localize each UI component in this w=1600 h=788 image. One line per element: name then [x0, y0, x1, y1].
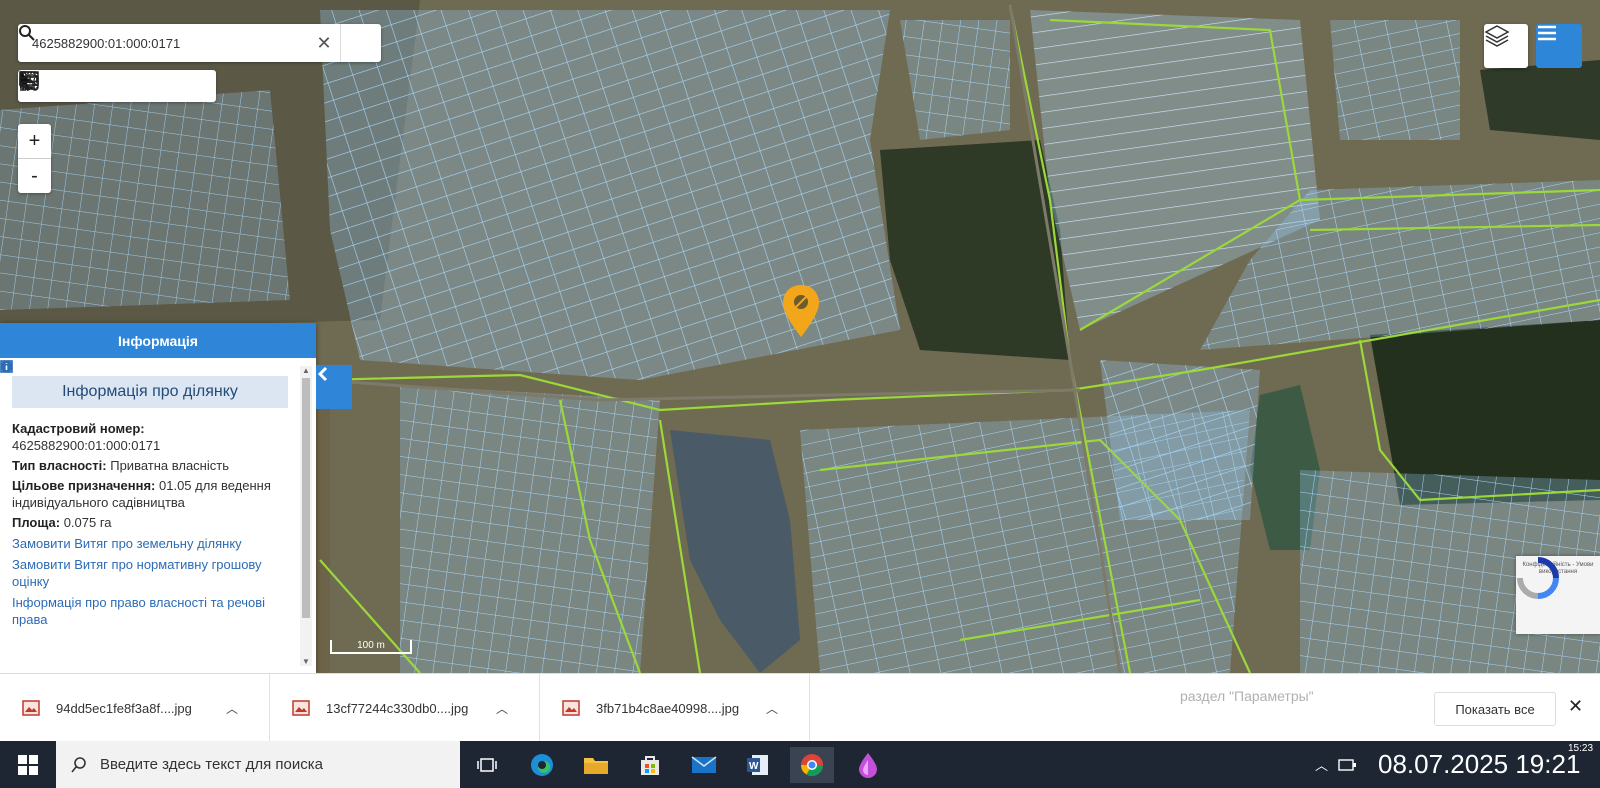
ownership-rights-link[interactable]: Інформація про право власності та речові…: [0, 360, 288, 628]
info-panel-scrollbar[interactable]: ▲ ▼: [300, 366, 312, 666]
svg-text:W: W: [749, 761, 759, 772]
chrome-icon[interactable]: [790, 747, 834, 783]
search-button[interactable]: [19, 24, 381, 62]
download-filename: 94dd5ec1fe8f3a8f....jpg: [56, 700, 192, 716]
download-filename: 3fb71b4c8ae40998....jpg: [596, 700, 740, 716]
area-row: Площа: 0.075 га: [12, 514, 288, 531]
order-land-extract-link[interactable]: Замовити Витяг про земельну ділянку: [0, 360, 288, 552]
info-icon: [0, 360, 13, 373]
file-explorer-icon[interactable]: [574, 747, 618, 783]
order-valuation-extract-label: Замовити Витяг про нормативну грошову оц…: [12, 557, 262, 589]
identify-icon[interactable]: ?: [19, 70, 183, 102]
measure-area-icon[interactable]: [20, 70, 117, 102]
start-button[interactable]: [0, 741, 56, 788]
search-icon: [19, 25, 35, 41]
system-tray: ︿: [1315, 741, 1360, 788]
windows-taskbar: Введите здесь текст для поиска W ︿ 15:23…: [0, 741, 1600, 788]
cadastral-number-row: Кадастровий номер: 4625882900:01:000:017…: [12, 420, 288, 454]
store-icon[interactable]: [628, 747, 672, 783]
mail-icon[interactable]: [682, 747, 726, 783]
scroll-down-icon[interactable]: ▼: [300, 657, 312, 666]
search-input[interactable]: [18, 25, 308, 61]
taskbar-search-placeholder: Введите здесь текст для поиска: [100, 756, 323, 773]
cadastral-search: ✕: [18, 24, 381, 62]
download-item[interactable]: 13cf77244c330db0....jpg ︿: [270, 674, 540, 742]
windows-logo-icon: [18, 754, 38, 775]
pointer-icon[interactable]: [20, 70, 150, 102]
scroll-up-icon[interactable]: ▲: [300, 366, 312, 375]
image-file-icon: [292, 700, 310, 716]
clear-search-icon[interactable]: ✕: [308, 33, 340, 54]
info-panel-header: Інформація: [0, 323, 316, 358]
collapse-panel-button[interactable]: [316, 365, 352, 409]
hamburger-icon: [1538, 25, 1556, 41]
ownership-value: Приватна власність: [110, 458, 229, 473]
edge-icon[interactable]: [520, 747, 564, 783]
zoom-in-button[interactable]: +: [18, 124, 51, 158]
area-value: 0.075 га: [63, 515, 112, 530]
scroll-thumb[interactable]: [302, 378, 310, 618]
chevron-up-icon[interactable]: ︿: [226, 700, 238, 717]
search-icon: [71, 756, 86, 772]
parcel-info-title: Інформація про ділянку: [12, 376, 288, 408]
network-icon[interactable]: [1338, 758, 1360, 772]
word-icon[interactable]: W: [736, 747, 780, 783]
cadastral-map[interactable]: ✕ M ? + -: [0, 0, 1600, 673]
ownership-rights-label: Інформація про право власності та речові…: [12, 595, 266, 627]
image-file-icon: [22, 700, 40, 716]
cadastral-label: Кадастровий номер:: [12, 421, 145, 436]
zoom-out-button[interactable]: -: [18, 158, 51, 193]
purpose-row: Цільове призначення: 01.05 для ведення і…: [12, 477, 288, 511]
drop-app-icon[interactable]: [846, 747, 890, 783]
taskbar-search[interactable]: Введите здесь текст для поиска: [56, 741, 460, 788]
download-item[interactable]: 3fb71b4c8ae40998....jpg ︿: [540, 674, 810, 742]
chevron-up-icon[interactable]: ︿: [1315, 755, 1328, 774]
chevron-up-icon[interactable]: ︿: [766, 700, 778, 717]
order-land-extract-label: Замовити Витяг про земельну ділянку: [12, 536, 242, 551]
chevron-up-icon[interactable]: ︿: [496, 700, 508, 717]
ownership-label: Тип власності:: [12, 458, 107, 473]
recaptcha-badge[interactable]: Конфіденційність - Умови використання: [1516, 556, 1600, 634]
route-icon[interactable]: [19, 70, 216, 102]
info-panel-body: Інформація про ділянку Кадастровий номер…: [0, 358, 300, 673]
show-all-downloads-button[interactable]: Показать все: [1434, 692, 1556, 726]
layers-button[interactable]: [1484, 24, 1528, 68]
zoom-control: + -: [18, 124, 51, 193]
ownership-row: Тип власності: Приватна власність: [12, 457, 288, 474]
layers-icon: [1484, 25, 1510, 47]
recaptcha-icon: [1517, 557, 1559, 599]
download-filename: 13cf77244c330db0....jpg: [326, 700, 469, 716]
info-panel: Інформація Інформація про ділянку Кадаст…: [0, 323, 316, 673]
image-file-icon: [562, 700, 580, 716]
map-pin-icon: [783, 285, 819, 337]
map-toolbar: M ?: [18, 70, 216, 102]
task-view-icon[interactable]: [466, 747, 510, 783]
downloads-bar: 94dd5ec1fe8f3a8f....jpg ︿ 13cf77244c330d…: [0, 673, 1600, 742]
date-time-overlay: 08.07.2025 19:21: [1378, 749, 1581, 779]
close-downloads-icon[interactable]: ✕: [1568, 696, 1583, 717]
menu-button[interactable]: [1536, 24, 1582, 68]
measure-distance-icon[interactable]: M: [20, 70, 84, 102]
purpose-label: Цільове призначення:: [12, 478, 156, 493]
area-label: Площа:: [12, 515, 61, 530]
download-item[interactable]: 94dd5ec1fe8f3a8f....jpg ︿: [0, 674, 270, 742]
map-scale: 100 m: [330, 640, 412, 654]
cadastral-value: 4625882900:01:000:0171: [12, 438, 161, 453]
settings-hint-text: раздел "Параметры": [1180, 688, 1314, 704]
chevron-left-icon: [317, 366, 328, 382]
order-valuation-extract-link[interactable]: Замовити Витяг про нормативну грошову оц…: [0, 360, 288, 590]
